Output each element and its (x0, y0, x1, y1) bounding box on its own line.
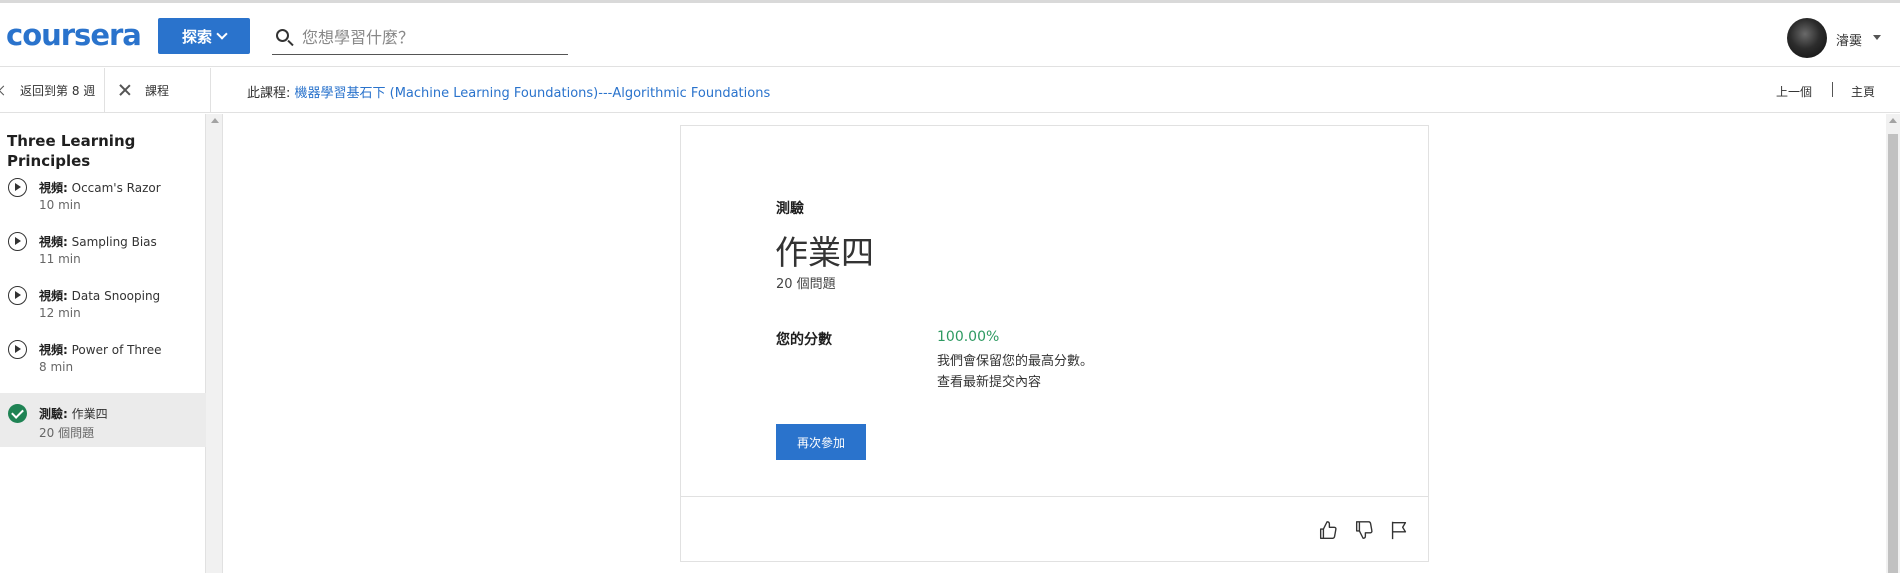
chevron-left-icon (0, 85, 9, 95)
course-name-link[interactable]: 機器學習基石下 (Machine Learning Foundations)--… (295, 86, 771, 101)
quiz-card: 測驗 作業四 20 個問題 您的分數 100.00% 我們會保留您的最高分數。 … (680, 125, 1429, 562)
coursera-logo[interactable]: coursera (6, 18, 142, 52)
search-bar (272, 21, 568, 55)
play-icon (8, 340, 27, 359)
score-value: 100.00% (937, 329, 1000, 345)
lesson-duration: 11 min (39, 252, 81, 266)
thumbs-down-icon[interactable] (1353, 519, 1375, 541)
view-latest-submission-link[interactable]: 查看最新提交內容 (937, 371, 1041, 390)
lesson-duration: 10 min (39, 198, 81, 212)
check-icon (8, 404, 27, 423)
divider (1832, 82, 1833, 97)
play-icon (8, 286, 27, 305)
lesson-item[interactable]: 視頻: Power of Three 8 min (0, 329, 206, 383)
lesson-item[interactable]: 視頻: Data Snooping 12 min (0, 275, 206, 329)
lesson-section-title: Three Learning Principles (7, 132, 136, 170)
lesson-item[interactable]: 視頻: Sampling Bias 11 min (0, 221, 206, 275)
lesson-title: 視頻: Occam's Razor (39, 181, 161, 195)
course-navbar: 返回到第 8 週 課程 此課程: 機器學習基石下 (Machine Learni… (0, 68, 1900, 113)
quiz-title: 作業四 (775, 233, 874, 272)
explore-label: 探索 (181, 28, 212, 46)
close-icon (119, 84, 131, 96)
home-link[interactable]: 主頁 (1851, 83, 1875, 100)
top-header: coursera 探索 濬霙 (0, 3, 1900, 67)
breadcrumb: 此課程: 機器學習基石下 (Machine Learning Foundatio… (247, 82, 770, 101)
search-input[interactable] (302, 28, 552, 47)
back-to-week-button[interactable]: 返回到第 8 週 (0, 68, 105, 112)
item-type-label: 測驗 (776, 201, 804, 217)
back-to-week-label: 返回到第 8 週 (20, 83, 96, 98)
lesson-title: 視頻: Power of Three (39, 343, 162, 357)
retake-button[interactable]: 再次參加 (776, 424, 866, 460)
score-label: 您的分數 (776, 332, 832, 348)
play-icon (8, 232, 27, 251)
avatar[interactable] (1787, 18, 1827, 58)
lesson-sidebar: Three Learning Principles 視頻: Occam's Ra… (0, 114, 206, 573)
lesson-duration: 12 min (39, 306, 81, 320)
course-prefix: 此課程: (247, 86, 295, 101)
play-icon (8, 178, 27, 197)
quiz-card-body: 測驗 作業四 20 個問題 您的分數 100.00% 我們會保留您的最高分數。 … (681, 126, 1428, 497)
lesson-title: 視頻: Data Snooping (39, 289, 161, 303)
lesson-item-active[interactable]: 測驗: 作業四 20 個問題 (0, 393, 206, 447)
user-name[interactable]: 濬霙 (1836, 30, 1862, 49)
previous-item-link[interactable]: 上一個 (1776, 83, 1812, 100)
question-count: 20 個問題 (776, 277, 836, 292)
explore-button[interactable]: 探索 (158, 18, 250, 54)
lesson-question-count: 20 個問題 (39, 426, 95, 440)
sidebar-scrollbar[interactable] (206, 114, 223, 573)
scroll-up-icon[interactable] (1889, 118, 1897, 123)
close-course-button[interactable]: 課程 (105, 68, 211, 112)
page-scrollbar[interactable] (1886, 114, 1900, 573)
lesson-title: 測驗: 作業四 (39, 407, 108, 421)
feedback-bar (681, 497, 1428, 561)
lesson-duration: 8 min (39, 360, 74, 374)
chevron-down-icon (216, 28, 228, 40)
scroll-up-icon[interactable] (211, 118, 219, 123)
score-note: 我們會保留您的最高分數。 (937, 354, 1094, 369)
caret-down-icon[interactable] (1873, 35, 1881, 40)
lesson-item[interactable]: 視頻: Occam's Razor 10 min (0, 167, 206, 221)
thumbs-up-icon[interactable] (1317, 519, 1339, 541)
search-icon[interactable] (274, 27, 296, 49)
course-label: 課程 (145, 83, 170, 98)
scrollbar-thumb[interactable] (1888, 134, 1898, 573)
flag-icon[interactable] (1388, 519, 1410, 541)
lesson-title: 視頻: Sampling Bias (39, 235, 157, 249)
